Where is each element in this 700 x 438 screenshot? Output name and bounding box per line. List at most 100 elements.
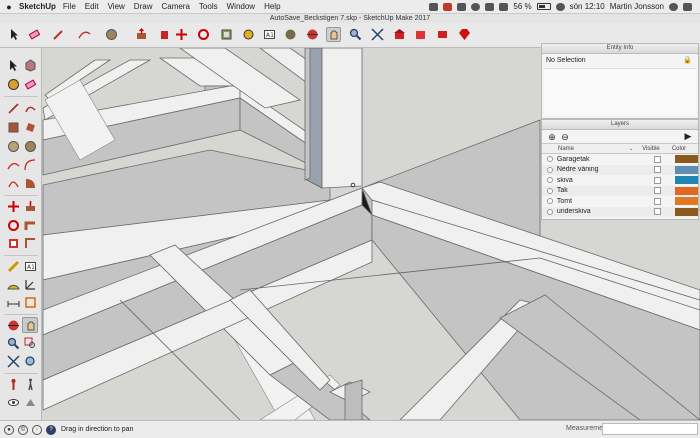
circle-tool-icon[interactable]	[104, 27, 119, 42]
layer-name[interactable]: Tomt	[557, 198, 644, 205]
visible-checkbox[interactable]	[644, 176, 671, 184]
orbit-tool-icon[interactable]	[5, 317, 21, 333]
visible-checkbox-box[interactable]	[654, 155, 662, 163]
layer-row[interactable]: Tomt	[542, 196, 698, 207]
layout-icon[interactable]	[435, 27, 450, 42]
visible-checkbox-box[interactable]	[654, 187, 662, 195]
previous-view-icon[interactable]	[22, 353, 38, 369]
layer-color-swatch[interactable]	[674, 197, 698, 206]
active-layer-radio[interactable]	[547, 208, 553, 215]
warehouse-icon[interactable]	[392, 27, 407, 42]
eraser-icon[interactable]	[27, 27, 42, 42]
zoom-extents-icon[interactable]	[370, 27, 385, 42]
zoom-icon[interactable]	[348, 27, 363, 42]
visible-checkbox[interactable]	[644, 197, 671, 205]
zoom-window-icon[interactable]	[22, 335, 38, 351]
layer-name[interactable]: underskiva	[557, 208, 644, 215]
move-tool-icon[interactable]	[5, 198, 21, 214]
entity-info-title[interactable]: Entity Info	[542, 44, 698, 54]
notification-center-icon[interactable]	[683, 2, 692, 11]
text-tool-icon[interactable]: A1	[22, 258, 38, 274]
push-pull-icon[interactable]	[134, 27, 149, 42]
rotated-rectangle-icon[interactable]	[22, 119, 38, 135]
visible-checkbox[interactable]	[644, 155, 671, 163]
menu-view[interactable]: View	[108, 2, 125, 11]
clock[interactable]: sön 12:10	[570, 2, 605, 11]
measurements-input[interactable]	[602, 423, 698, 435]
remove-layer-icon[interactable]: ⊖	[560, 132, 570, 142]
three-point-arc-icon[interactable]	[5, 175, 21, 191]
axes-tool-icon[interactable]	[22, 276, 38, 292]
look-around-icon[interactable]	[5, 394, 21, 410]
visible-checkbox-box[interactable]	[654, 176, 662, 184]
visible-checkbox-box[interactable]	[654, 197, 662, 205]
layer-row[interactable]: Tak	[542, 185, 698, 196]
select-tool-icon[interactable]	[7, 27, 22, 42]
orbit-icon[interactable]	[305, 27, 320, 42]
user-icon[interactable]: ◦	[32, 424, 42, 435]
scale-tool-icon[interactable]	[5, 235, 21, 251]
apple-menu-icon[interactable]: ●	[2, 2, 16, 12]
line-tool-icon[interactable]	[5, 100, 21, 116]
menu-tools[interactable]: Tools	[199, 2, 218, 11]
column-visible[interactable]: Visible	[637, 146, 665, 152]
layer-name[interactable]: skiva	[557, 177, 644, 184]
layer-color-swatch[interactable]	[674, 186, 698, 195]
walk-icon[interactable]	[22, 376, 38, 392]
menu-edit[interactable]: Edit	[85, 2, 99, 11]
menu-camera[interactable]: Camera	[161, 2, 189, 11]
layer-color-swatch[interactable]	[674, 155, 698, 164]
pan-icon[interactable]	[326, 27, 341, 42]
time-machine-icon[interactable]	[471, 2, 481, 11]
layer-color-swatch[interactable]	[674, 207, 698, 216]
column-name[interactable]: Name	[542, 146, 629, 152]
zoom-extents-tool-icon[interactable]	[5, 353, 21, 369]
push-pull-tool-icon[interactable]	[22, 198, 38, 214]
pan-tool-icon[interactable]	[22, 317, 38, 333]
active-layer-radio[interactable]	[547, 187, 553, 194]
credits-icon[interactable]: ©	[18, 424, 28, 435]
offset-tool-icon[interactable]	[22, 235, 38, 251]
layer-name[interactable]: Tak	[557, 187, 644, 194]
visible-checkbox[interactable]	[644, 208, 671, 216]
visible-checkbox-box[interactable]	[654, 166, 662, 174]
battery-icon[interactable]	[536, 3, 551, 10]
make-component-icon[interactable]	[22, 57, 38, 73]
layer-color-swatch[interactable]	[674, 165, 698, 174]
sandbox-icon[interactable]	[22, 394, 38, 410]
geo-location-icon[interactable]: ●	[4, 424, 14, 435]
layer-name[interactable]: Garagetak	[557, 156, 644, 163]
visible-checkbox[interactable]	[644, 187, 671, 195]
extension-warehouse-icon[interactable]	[413, 27, 428, 42]
rotate-tool-icon[interactable]	[5, 217, 21, 233]
text-icon[interactable]: A1	[262, 27, 277, 42]
freehand-icon[interactable]	[22, 100, 38, 116]
layer-row[interactable]: underskiva	[542, 206, 698, 217]
spotlight-icon[interactable]	[669, 2, 678, 11]
protractor-icon[interactable]	[5, 276, 21, 292]
active-layer-radio[interactable]	[547, 177, 553, 184]
layers-title[interactable]: Layers	[542, 120, 698, 130]
volume-icon[interactable]	[499, 2, 509, 11]
layer-row[interactable]: skiva	[542, 175, 698, 186]
dimension-tool-icon[interactable]	[5, 294, 21, 310]
adobe-icon[interactable]	[443, 2, 453, 11]
active-layer-radio[interactable]	[547, 166, 553, 173]
menu-window[interactable]: Window	[227, 2, 255, 11]
menu-draw[interactable]: Draw	[134, 2, 153, 11]
rotate-icon[interactable]	[196, 27, 211, 42]
layer-row[interactable]: Nedre våning	[542, 164, 698, 175]
tape-measure-tool-icon[interactable]	[5, 258, 21, 274]
bluetooth-icon[interactable]	[485, 2, 495, 11]
layer-name[interactable]: Nedre våning	[557, 166, 644, 173]
wifi-icon[interactable]	[555, 2, 565, 11]
select-arrow-icon[interactable]	[5, 57, 21, 73]
pie-tool-icon[interactable]	[22, 175, 38, 191]
eraser-icon-palette[interactable]	[22, 76, 38, 92]
arc-icon[interactable]	[77, 27, 92, 42]
active-layer-radio[interactable]	[547, 156, 553, 163]
add-layer-icon[interactable]: ⊕	[547, 132, 557, 142]
app-menu[interactable]: SketchUp	[19, 2, 56, 11]
position-camera-icon[interactable]	[5, 376, 21, 392]
paint-bucket-icon-palette[interactable]	[5, 76, 21, 92]
